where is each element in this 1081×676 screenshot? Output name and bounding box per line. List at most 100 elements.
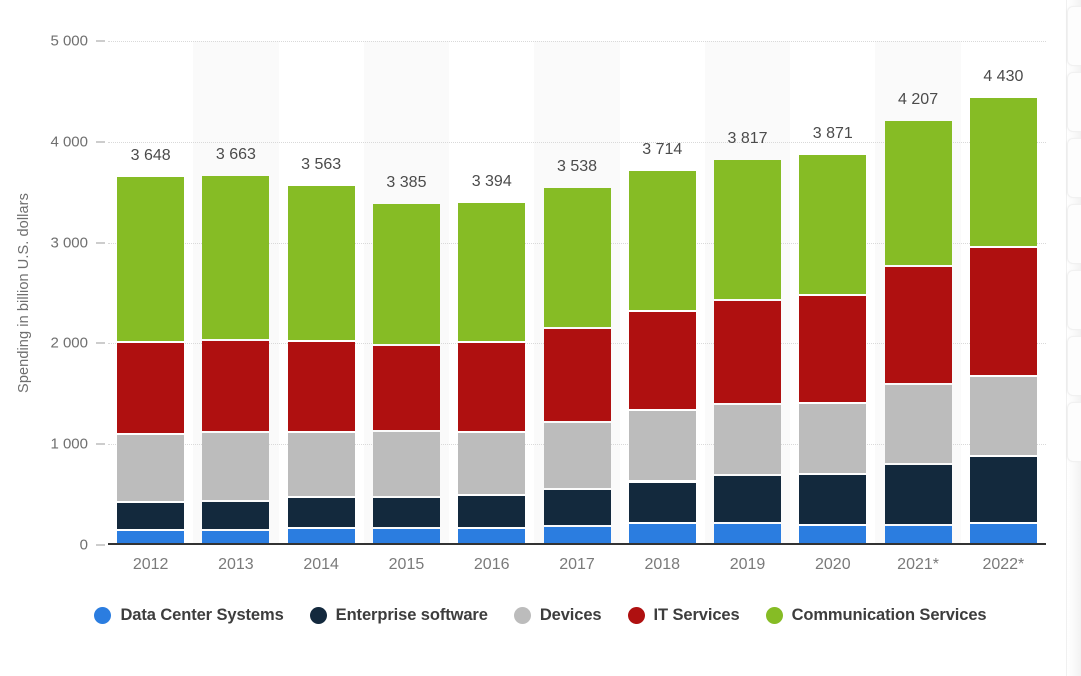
bar-segment[interactable] xyxy=(628,482,696,522)
bar-segment[interactable] xyxy=(884,385,952,464)
bar-stack[interactable]: 3 663 xyxy=(202,41,270,545)
legend-item[interactable]: Data Center Systems xyxy=(94,606,284,625)
edge-tab[interactable] xyxy=(1067,270,1081,330)
edge-tab[interactable] xyxy=(1067,402,1081,462)
bar-segment[interactable] xyxy=(287,433,355,496)
bar-segment[interactable] xyxy=(884,465,952,524)
y-axis-tick-label: 4 000 xyxy=(50,133,88,151)
bar-segment[interactable] xyxy=(714,476,782,523)
legend-item[interactable]: Communication Services xyxy=(765,606,987,625)
bar-segment[interactable] xyxy=(714,404,782,475)
bar-segment[interactable] xyxy=(372,345,440,430)
bar-segment[interactable] xyxy=(628,311,696,410)
bar-segment[interactable] xyxy=(458,529,526,543)
bar-stack[interactable]: 4 430 xyxy=(969,41,1037,545)
bar-segment[interactable] xyxy=(117,502,185,529)
bar-segment[interactable] xyxy=(117,530,185,543)
bar-segment[interactable] xyxy=(202,530,270,543)
bar-segment[interactable] xyxy=(543,489,611,525)
y-axis-tick-label: 3 000 xyxy=(50,234,88,252)
bar-segment[interactable] xyxy=(372,431,440,496)
bar-segment[interactable] xyxy=(799,475,867,525)
x-axis-tick-label: 2021* xyxy=(897,556,939,573)
x-axis-tick-label: 2018 xyxy=(644,556,681,573)
bar-stack[interactable]: 3 714 xyxy=(628,41,696,545)
bar-stack[interactable]: 4 207 xyxy=(884,41,952,545)
bar-segment[interactable] xyxy=(884,525,952,543)
bar-segment[interactable] xyxy=(969,247,1037,375)
bar-segment[interactable] xyxy=(714,300,782,403)
bar-stack[interactable]: 3 648 xyxy=(117,41,185,545)
y-axis-tick-mark xyxy=(96,544,105,546)
bar-segment[interactable] xyxy=(372,528,440,543)
edge-tab[interactable] xyxy=(1067,336,1081,396)
bar-segment[interactable] xyxy=(543,422,611,488)
bar-segment[interactable] xyxy=(458,432,526,495)
bar-segment[interactable] xyxy=(714,160,782,299)
bar-segment[interactable] xyxy=(969,376,1037,455)
edge-tab[interactable] xyxy=(1067,6,1081,66)
bar-segment[interactable] xyxy=(287,185,355,341)
bar-segment[interactable] xyxy=(714,524,782,543)
bar-segment[interactable] xyxy=(287,529,355,543)
bar-segment[interactable] xyxy=(799,526,867,543)
bar-segment[interactable] xyxy=(117,435,185,501)
bar-segment[interactable] xyxy=(628,170,696,310)
y-axis-title: Spending in billion U.S. dollars xyxy=(16,193,32,393)
legend-label: Enterprise software xyxy=(335,606,488,624)
bar-segment[interactable] xyxy=(884,266,952,384)
bar-segment[interactable] xyxy=(202,502,270,529)
x-axis-tick-label: 2015 xyxy=(388,556,425,573)
x-axis-tick-label: 2014 xyxy=(303,556,339,573)
legend-swatch-icon xyxy=(627,607,645,624)
legend-swatch-icon xyxy=(309,607,327,624)
bar-segment[interactable] xyxy=(458,342,526,431)
bar-segment[interactable] xyxy=(458,496,526,528)
bar-stack[interactable]: 3 563 xyxy=(287,41,355,545)
bar-segment[interactable] xyxy=(799,296,867,403)
bar-segment[interactable] xyxy=(543,526,611,543)
legend-swatch-icon xyxy=(94,607,112,624)
bar-segment[interactable] xyxy=(969,98,1037,246)
bar-segment[interactable] xyxy=(202,433,270,501)
bar-segment[interactable] xyxy=(372,497,440,527)
bar-segment[interactable] xyxy=(969,524,1037,543)
bar-stack[interactable]: 3 538 xyxy=(543,41,611,545)
bar-segment[interactable] xyxy=(372,203,440,344)
bar-segment[interactable] xyxy=(799,404,867,474)
bar-segment[interactable] xyxy=(543,188,611,327)
right-edge-panel xyxy=(1066,0,1081,676)
bar-segment[interactable] xyxy=(287,497,355,528)
bar-segment[interactable] xyxy=(287,342,355,432)
bar-stack[interactable]: 3 817 xyxy=(714,41,782,545)
y-axis-tick-mark xyxy=(96,342,105,344)
bar-segment[interactable] xyxy=(969,456,1037,523)
legend-item[interactable]: Devices xyxy=(513,606,602,625)
legend-label: Communication Services xyxy=(791,606,987,624)
bar-segment[interactable] xyxy=(458,202,526,341)
edge-tab[interactable] xyxy=(1067,138,1081,198)
x-axis-tick-label: 2019 xyxy=(729,556,766,573)
chart-container: Spending in billion U.S. dollars 0 1 000 2… xyxy=(0,0,1081,676)
edge-tab[interactable] xyxy=(1067,72,1081,132)
bar-total-label: 4 207 xyxy=(898,90,939,108)
bar-segment[interactable] xyxy=(543,328,611,421)
bar-segment[interactable] xyxy=(117,177,185,342)
legend-label: Devices xyxy=(539,606,602,624)
legend-item[interactable]: IT Services xyxy=(627,606,740,625)
legend-swatch-icon xyxy=(765,607,783,624)
edge-tab[interactable] xyxy=(1067,204,1081,264)
x-axis-tick-label: 2013 xyxy=(218,556,254,573)
bar-segment[interactable] xyxy=(202,175,270,339)
bar-segment[interactable] xyxy=(884,120,952,265)
bar-stack[interactable]: 3 385 xyxy=(372,41,440,545)
legend-item[interactable]: Enterprise software xyxy=(309,606,488,625)
legend-label: IT Services xyxy=(653,606,740,624)
bar-segment[interactable] xyxy=(202,340,270,432)
bar-segment[interactable] xyxy=(799,154,867,295)
bar-segment[interactable] xyxy=(628,411,696,481)
bar-stack[interactable]: 3 394 xyxy=(458,41,526,545)
bar-stack[interactable]: 3 871 xyxy=(799,41,867,545)
bar-segment[interactable] xyxy=(117,343,185,434)
bar-segment[interactable] xyxy=(628,523,696,543)
